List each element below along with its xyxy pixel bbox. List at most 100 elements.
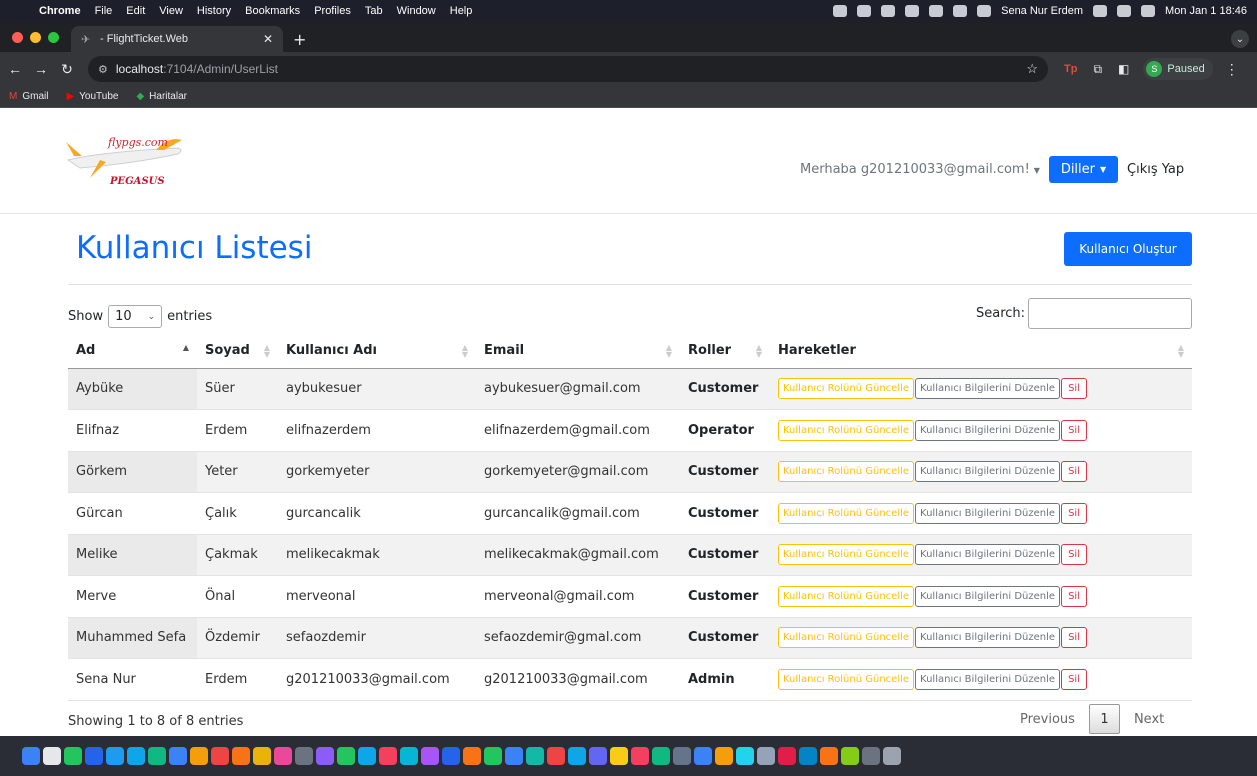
dock-app-icon[interactable] — [253, 747, 271, 765]
dock-app-icon[interactable] — [169, 747, 187, 765]
bookmark-haritalar[interactable]: ◆ Haritalar — [127, 91, 196, 102]
dock-app-icon[interactable] — [505, 747, 523, 765]
dock-app-icon[interactable] — [274, 747, 292, 765]
update-role-button[interactable]: Kullanıcı Rolünü Güncelle — [778, 378, 915, 400]
dock-app-icon[interactable] — [841, 747, 859, 765]
extensions-puzzle-icon[interactable]: ⧉ — [1093, 62, 1102, 77]
menubar-user[interactable]: Sena Nur Erdem — [1001, 5, 1083, 17]
user-greeting-dropdown[interactable]: Merhaba g201210033@gmail.com! ▼ — [800, 162, 1040, 177]
dock-app-icon[interactable] — [715, 747, 733, 765]
dock-app-icon[interactable] — [43, 747, 61, 765]
dock-app-icon[interactable] — [568, 747, 586, 765]
delete-user-button[interactable]: Sil — [1061, 544, 1087, 566]
edit-user-button[interactable]: Kullanıcı Bilgilerini Düzenle — [915, 585, 1061, 607]
play-icon[interactable] — [905, 5, 920, 17]
menu-window[interactable]: Window — [390, 5, 443, 17]
zoom-window-button[interactable] — [48, 31, 59, 43]
delete-user-button[interactable]: Sil — [1061, 378, 1087, 400]
site-info-icon[interactable]: ⚙ — [98, 63, 108, 76]
edit-user-button[interactable]: Kullanıcı Bilgilerini Düzenle — [915, 378, 1061, 400]
dock-app-icon[interactable] — [232, 747, 250, 765]
delete-user-button[interactable]: Sil — [1061, 502, 1087, 524]
edit-user-button[interactable]: Kullanıcı Bilgilerini Düzenle — [915, 419, 1061, 441]
dock-app-icon[interactable] — [22, 747, 40, 765]
forward-arrow-icon[interactable]: → — [30, 61, 52, 77]
menu-bookmarks[interactable]: Bookmarks — [238, 5, 307, 17]
close-tab-icon[interactable]: ✕ — [263, 32, 273, 46]
dock-app-icon[interactable] — [148, 747, 166, 765]
wifi-icon[interactable] — [977, 5, 992, 17]
control-center-icon[interactable] — [1117, 5, 1132, 17]
bookmark-star-icon[interactable]: ☆ — [1026, 61, 1038, 77]
edit-user-button[interactable]: Kullanıcı Bilgilerini Düzenle — [915, 461, 1061, 483]
update-role-button[interactable]: Kullanıcı Rolünü Güncelle — [778, 668, 915, 690]
minimize-window-button[interactable] — [30, 31, 41, 43]
column-header-username[interactable]: Kullanıcı Adı ▲ ▼ — [278, 334, 476, 369]
notification-icon[interactable] — [857, 5, 872, 17]
dock-app-icon[interactable] — [694, 747, 712, 765]
back-arrow-icon[interactable]: ← — [4, 61, 26, 77]
spotlight-search-icon[interactable] — [1093, 5, 1108, 17]
dock-app-icon[interactable] — [190, 747, 208, 765]
column-header-roles[interactable]: Roller ▲ ▼ — [680, 334, 770, 369]
chrome-menu-icon[interactable]: ⋮ — [1225, 61, 1239, 78]
dock-app-icon[interactable] — [610, 747, 628, 765]
next-page-button[interactable]: Next — [1124, 712, 1174, 727]
bird-icon[interactable] — [881, 5, 896, 17]
menu-view[interactable]: View — [152, 5, 190, 17]
dock-app-icon[interactable] — [400, 747, 418, 765]
dock-app-icon[interactable] — [442, 747, 460, 765]
new-tab-icon[interactable]: + — [283, 26, 316, 52]
bookmark-gmail[interactable]: M Gmail — [0, 91, 57, 102]
dock-app-icon[interactable] — [736, 747, 754, 765]
dock-app-icon[interactable] — [673, 747, 691, 765]
address-bar[interactable]: ⚙ localhost :7104/Admin/UserList ☆ — [88, 56, 1048, 82]
dock-app-icon[interactable] — [547, 747, 565, 765]
side-panel-icon[interactable]: ◧ — [1118, 62, 1129, 76]
menu-chrome[interactable]: Chrome — [32, 5, 88, 17]
menu-file[interactable]: File — [88, 5, 120, 17]
column-header-email[interactable]: Email ▲ ▼ — [476, 334, 680, 369]
edit-user-button[interactable]: Kullanıcı Bilgilerini Düzenle — [915, 544, 1061, 566]
menu-profiles[interactable]: Profiles — [307, 5, 358, 17]
update-role-button[interactable]: Kullanıcı Rolünü Güncelle — [778, 502, 915, 524]
delete-user-button[interactable]: Sil — [1061, 668, 1087, 690]
extension-tp-icon[interactable]: Tp — [1064, 63, 1077, 75]
dock-app-icon[interactable] — [526, 747, 544, 765]
edit-user-button[interactable]: Kullanıcı Bilgilerini Düzenle — [915, 502, 1061, 524]
delete-user-button[interactable]: Sil — [1061, 419, 1087, 441]
bookmark-youtube[interactable]: ▶ YouTube — [57, 91, 127, 102]
search-input[interactable] — [1028, 298, 1193, 329]
update-role-button[interactable]: Kullanıcı Rolünü Güncelle — [778, 585, 915, 607]
dock-app-icon[interactable] — [295, 747, 313, 765]
delete-user-button[interactable]: Sil — [1061, 461, 1087, 483]
dock-app-icon[interactable] — [799, 747, 817, 765]
update-role-button[interactable]: Kullanıcı Rolünü Güncelle — [778, 544, 915, 566]
profile-chip[interactable]: S Paused — [1143, 58, 1213, 80]
bluetooth-icon[interactable] — [929, 5, 944, 17]
dock-app-icon[interactable] — [820, 747, 838, 765]
menu-history[interactable]: History — [190, 5, 238, 17]
cloud-icon[interactable] — [833, 5, 848, 17]
dock-app-icon[interactable] — [883, 747, 901, 765]
dock-app-icon[interactable] — [337, 747, 355, 765]
dock-app-icon[interactable] — [379, 747, 397, 765]
edit-user-button[interactable]: Kullanıcı Bilgilerini Düzenle — [915, 627, 1061, 649]
update-role-button[interactable]: Kullanıcı Rolünü Güncelle — [778, 461, 915, 483]
dock-app-icon[interactable] — [85, 747, 103, 765]
dock-app-icon[interactable] — [211, 747, 229, 765]
previous-page-button[interactable]: Previous — [1010, 712, 1085, 727]
tab-search-chevron-icon[interactable]: ⌄ — [1231, 30, 1249, 48]
close-window-button[interactable] — [12, 31, 23, 43]
column-header-actions[interactable]: Hareketler ▲ ▼ — [770, 334, 1192, 369]
update-role-button[interactable]: Kullanıcı Rolünü Güncelle — [778, 419, 915, 441]
dock-app-icon[interactable] — [757, 747, 775, 765]
dock-app-icon[interactable] — [652, 747, 670, 765]
dock-app-icon[interactable] — [64, 747, 82, 765]
page-1-button[interactable]: 1 — [1088, 704, 1120, 734]
browser-tab[interactable]: ✈ - FlightTicket.Web ✕ — [71, 26, 283, 52]
logout-link[interactable]: Çıkış Yap — [1127, 162, 1184, 177]
reload-icon[interactable]: ↻ — [56, 61, 78, 78]
dock-app-icon[interactable] — [316, 747, 334, 765]
dock-app-icon[interactable] — [358, 747, 376, 765]
